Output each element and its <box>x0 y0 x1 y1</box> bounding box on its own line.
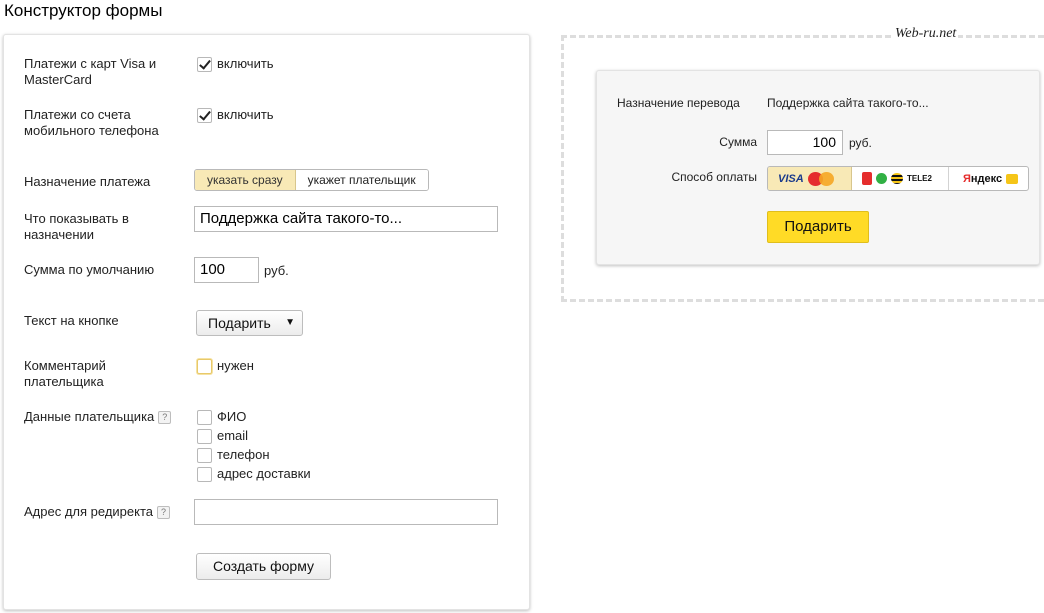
comment-checkbox[interactable] <box>197 359 212 374</box>
megafon-icon <box>876 173 887 184</box>
purpose-mode-option-payer[interactable]: укажет плательщик <box>295 170 428 190</box>
create-form-button[interactable]: Создать форму <box>196 553 331 580</box>
beeline-icon <box>891 173 903 184</box>
button-text-label: Текст на кнопке <box>24 313 119 328</box>
button-text-select[interactable]: Подарить ▼ <box>196 310 303 336</box>
payer-fio-checkbox[interactable] <box>197 410 212 425</box>
mts-icon <box>862 172 872 185</box>
comment-checkbox-label[interactable]: нужен <box>217 358 254 374</box>
donate-button[interactable]: Подарить <box>767 211 869 243</box>
mobile-payments-checkbox-label[interactable]: включить <box>217 107 274 123</box>
payer-email-label[interactable]: email <box>217 428 248 444</box>
default-sum-input[interactable]: 100 <box>194 257 259 283</box>
payer-email-checkbox[interactable] <box>197 429 212 444</box>
payment-widget-preview: Назначение перевода Поддержка сайта тако… <box>596 70 1040 265</box>
help-icon[interactable]: ? <box>157 506 171 520</box>
redirect-label-text: Адрес для редиректа <box>24 504 154 519</box>
purpose-mode-label: Назначение платежа <box>24 174 151 189</box>
widget-sum-input[interactable]: 100 <box>767 130 843 155</box>
purpose-mode-toggle: указать сразу укажет плательщик <box>194 169 429 191</box>
redirect-input[interactable] <box>194 499 498 525</box>
visa-logo: VISA <box>778 172 804 185</box>
comment-label: Комментарий плательщика <box>24 358 106 389</box>
watermark: Web-ru.net <box>893 26 959 42</box>
chevron-down-icon: ▼ <box>285 317 295 328</box>
yandex-logo: Яндекс <box>963 172 1003 185</box>
method-yandex-money[interactable]: Яндекс <box>949 167 1019 190</box>
widget-method-label: Способ оплаты <box>671 170 757 184</box>
card-payments-label: Платежи с карт Visa и MasterCard <box>24 56 157 87</box>
button-text-select-value: Подарить <box>208 315 271 331</box>
widget-sum-label: Сумма <box>719 135 757 149</box>
payer-fio-label[interactable]: ФИО <box>217 409 246 425</box>
method-card[interactable]: VISA <box>768 167 852 190</box>
help-icon[interactable]: ? <box>158 411 172 425</box>
widget-sum-unit: руб. <box>849 136 872 150</box>
mobile-payments-checkbox[interactable] <box>197 108 212 123</box>
card-payments-checkbox-label[interactable]: включить <box>217 56 274 72</box>
widget-purpose-value: Поддержка сайта такого-то... <box>767 96 929 110</box>
purpose-mode-option-now[interactable]: указать сразу <box>195 170 296 190</box>
redirect-label: Адрес для редиректа? <box>24 504 174 520</box>
mastercard-icon <box>807 171 836 187</box>
wallet-icon <box>1006 173 1019 184</box>
widget-purpose-label: Назначение перевода <box>617 96 740 110</box>
default-sum-label: Сумма по умолчанию <box>24 262 155 277</box>
payer-phone-checkbox[interactable] <box>197 448 212 463</box>
default-sum-unit: руб. <box>264 263 289 278</box>
form-builder-panel: Платежи с карт Visa и MasterCard включит… <box>3 34 530 610</box>
method-mobile[interactable]: TELE2 <box>852 167 949 190</box>
purpose-text-label: Что показывать в назначении <box>24 211 129 242</box>
payer-data-label-text: Данные плательщика <box>24 409 155 424</box>
payer-data-label: Данные плательщика? <box>24 409 174 425</box>
payment-method-selector: VISA TELE2 Яндекс <box>767 166 1029 191</box>
payer-address-label[interactable]: адрес доставки <box>217 466 311 482</box>
mobile-payments-label: Платежи со счета мобильного телефона <box>24 107 159 138</box>
purpose-text-input[interactable]: Поддержка сайта такого-то... <box>194 206 498 232</box>
tele2-logo: TELE2 <box>907 174 932 183</box>
card-payments-checkbox[interactable] <box>197 57 212 72</box>
page-title: Конструктор формы <box>4 1 163 20</box>
payer-phone-label[interactable]: телефон <box>217 447 270 463</box>
payer-address-checkbox[interactable] <box>197 467 212 482</box>
